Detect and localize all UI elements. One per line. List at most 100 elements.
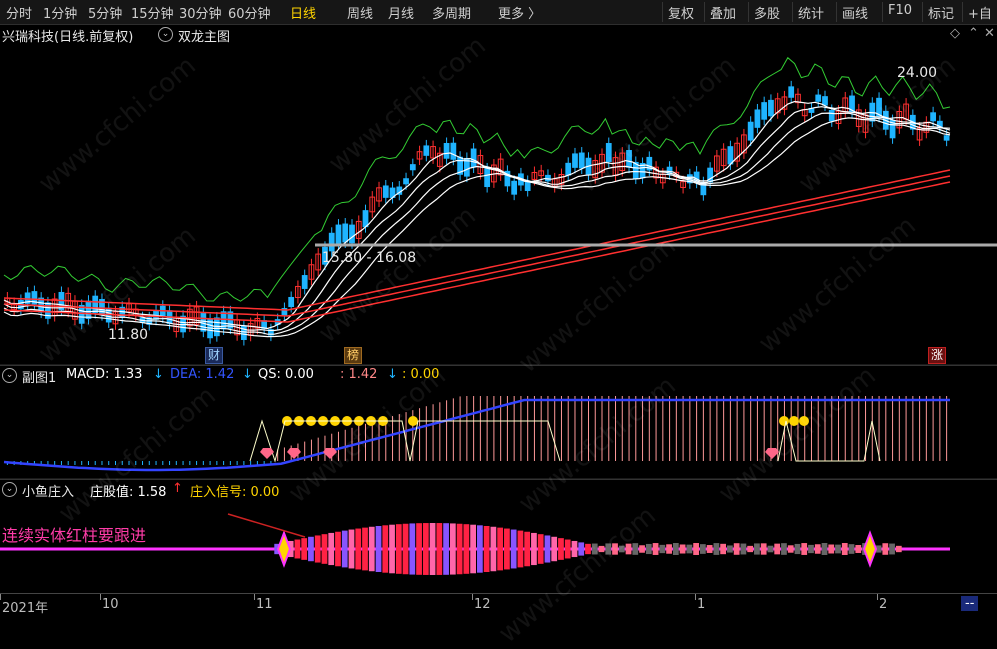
period-6[interactable]: 日线: [290, 3, 316, 22]
toolbar-separator: [962, 2, 963, 22]
toolbar-button-1[interactable]: 叠加: [710, 3, 736, 22]
toolbar-button-0[interactable]: 复权: [668, 3, 694, 22]
fish-bar: [585, 543, 591, 555]
fish-bar: [727, 545, 733, 553]
period-8[interactable]: 月线: [388, 3, 414, 22]
fish-bar: [443, 523, 449, 575]
fish-bar: [571, 540, 578, 558]
diamond-icon[interactable]: ◇: [950, 26, 960, 41]
rank-tag[interactable]: 榜: [344, 347, 363, 364]
fish-bar: [618, 545, 625, 553]
fish-bar: [422, 523, 429, 575]
candle-body: [349, 224, 355, 244]
fish-panel-name[interactable]: 小鱼庄入: [22, 481, 74, 500]
macd-value: MACD: 1.33: [66, 367, 143, 382]
fish-bar: [321, 534, 328, 564]
period-0[interactable]: 分时: [6, 3, 32, 22]
period-10[interactable]: 更多 〉: [498, 3, 541, 22]
toolbar-separator: [882, 2, 883, 22]
period-2[interactable]: 5分钟: [88, 3, 122, 22]
fish-bar: [382, 525, 389, 573]
date-label: 10: [102, 597, 119, 612]
date-label: 2021年: [2, 601, 49, 616]
fish-bar: [659, 544, 666, 554]
toolbar-separator: [704, 2, 705, 22]
fish-bar: [841, 543, 848, 555]
candle-body: [727, 146, 734, 165]
extra-arrow-icon: ↓: [387, 367, 398, 382]
candle-body: [565, 162, 572, 176]
zhuang-value: 庄股值: 1.58: [90, 485, 167, 500]
fish-bar: [835, 544, 841, 554]
gem-icon: [287, 448, 301, 459]
fish-bar: [436, 523, 443, 575]
fish-bar: [801, 543, 808, 555]
candle-body: [524, 180, 531, 192]
date-tick: [695, 594, 696, 600]
fish-bar: [882, 543, 889, 555]
fish-bar: [733, 543, 740, 555]
toolbar-button-4[interactable]: 画线: [842, 3, 868, 22]
toolbar-button-7[interactable]: +自: [968, 3, 992, 22]
period-3[interactable]: 15分钟: [131, 3, 174, 22]
candle-body: [159, 305, 166, 318]
candle-body: [288, 296, 295, 308]
fish-diamond: [862, 530, 878, 568]
finance-tag[interactable]: 财: [205, 347, 224, 364]
period-5[interactable]: 60分钟: [228, 3, 271, 22]
fish-bar: [348, 529, 355, 569]
candle-body: [301, 275, 308, 289]
fish-bar: [645, 543, 652, 555]
candle-body: [578, 152, 585, 169]
main-indicator-name[interactable]: 双龙主图: [178, 26, 230, 45]
macd-panel-name[interactable]: 副图1: [22, 367, 56, 386]
date-label: 12: [474, 597, 491, 612]
candle-body: [200, 312, 207, 332]
fish-bar: [720, 543, 727, 555]
candle-body: [747, 121, 754, 141]
fish-bar: [612, 543, 618, 555]
period-7[interactable]: 周线: [347, 3, 373, 22]
toolbar-button-2[interactable]: 多股: [754, 3, 780, 22]
toolbar-button-5[interactable]: F10: [888, 3, 912, 18]
limit-up-tag[interactable]: 涨: [928, 347, 947, 364]
fish-bar: [402, 523, 409, 575]
high-price-label: 24.00: [897, 65, 938, 81]
candle-body: [761, 102, 768, 120]
toolbar-separator: [922, 2, 923, 22]
fish-bar: [652, 543, 659, 555]
moving-average-line: [3, 112, 951, 335]
fish-bar: [767, 545, 774, 553]
upper-band-line: [3, 56, 951, 302]
main-chart-area: [0, 56, 997, 480]
dea-value: DEA: 1.42: [170, 367, 235, 382]
candle-body: [85, 300, 92, 319]
period-1[interactable]: 1分钟: [43, 3, 77, 22]
close-icon[interactable]: ✕: [984, 26, 995, 41]
toolbar-button-6[interactable]: 标记: [928, 3, 954, 22]
period-9[interactable]: 多周期: [432, 3, 471, 22]
fish-bar: [693, 543, 699, 555]
fish-bar: [314, 535, 321, 563]
date-label: 1: [697, 597, 706, 612]
collapse-icon[interactable]: ⌃: [968, 26, 979, 41]
fish-bar: [294, 539, 301, 559]
fish-bar: [341, 530, 348, 568]
fish-bar: [429, 523, 436, 575]
toolbar-button-3[interactable]: 统计: [798, 3, 824, 22]
fish-bar: [666, 544, 672, 554]
period-4[interactable]: 30分钟: [179, 3, 222, 22]
candle-body: [484, 168, 491, 188]
date-tick: [0, 594, 1, 600]
stock-title: 兴瑞科技(日线.前复权): [2, 30, 134, 45]
fish-bar: [368, 526, 375, 572]
fish-bar: [477, 525, 483, 573]
candle-body: [342, 223, 349, 243]
candle-body: [403, 178, 409, 185]
axis-corner-button[interactable]: --: [961, 596, 979, 611]
fish-bar: [679, 544, 686, 554]
main-panel-header: 兴瑞科技(日线.前复权) ⌄ 双龙主图 ◇ ⌃ ✕: [2, 26, 995, 45]
period-toolbar: 分时 1分钟 5分钟 15分钟 30分钟 60分钟 日线 周线 月线 多周期 更多 〉 复权 叠加 多股统…: [0, 0, 997, 25]
annotation-text: 连续实体红柱要跟进: [2, 526, 147, 545]
candle-body: [443, 142, 450, 159]
